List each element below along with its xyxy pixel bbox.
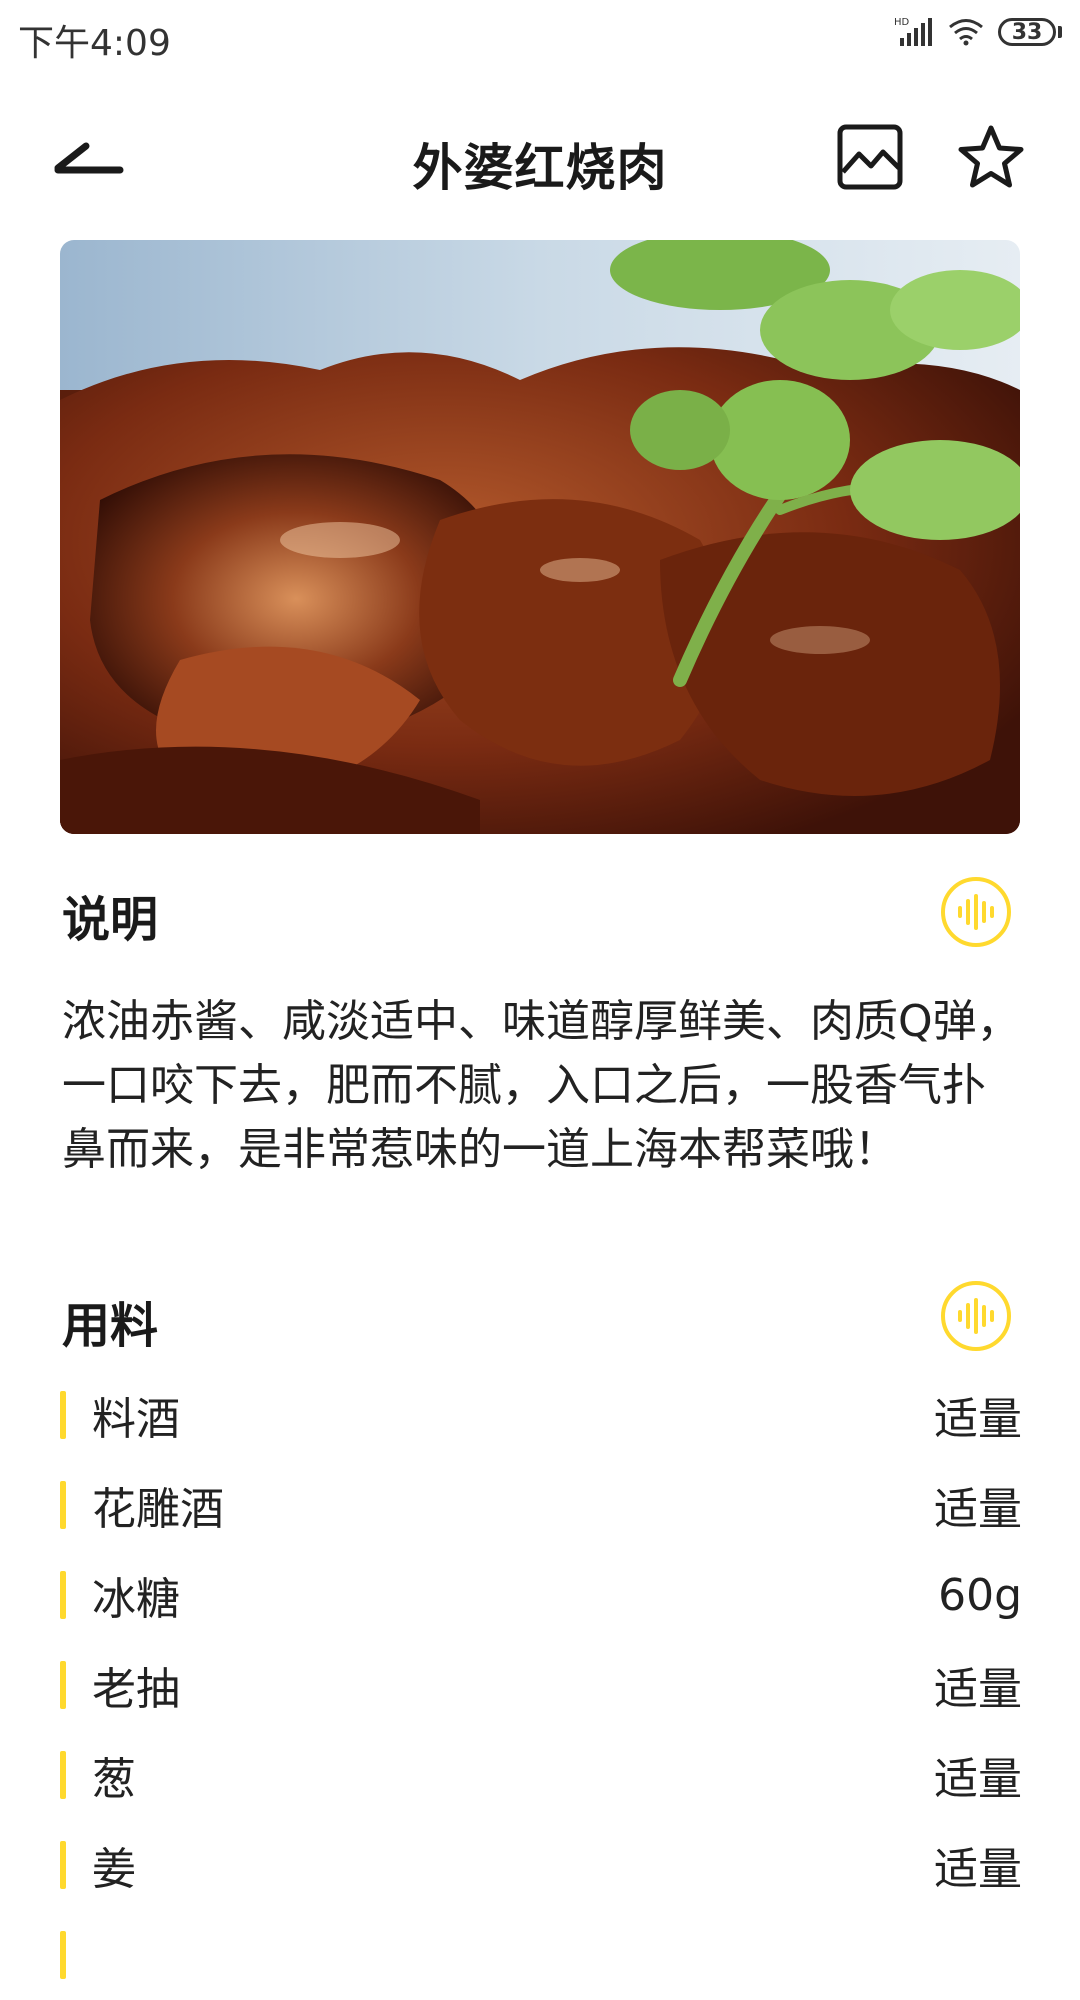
ingredient-name: 姜 (92, 1844, 136, 1895)
ingredient-name: 花雕酒 (92, 1484, 224, 1535)
ingredient-row: 冰糖 60g (60, 1550, 1022, 1640)
ingredient-row: 老抽 适量 (60, 1640, 1022, 1730)
signal-icon: HD (894, 17, 932, 46)
accent-bar (60, 1751, 66, 1799)
star-icon[interactable] (955, 122, 1027, 194)
ingredient-row-partial (60, 1910, 1022, 2000)
page-title: 外婆红烧肉 (412, 139, 668, 197)
voice-play-icon[interactable] (940, 876, 1012, 948)
ingredient-amount: 适量 (934, 1844, 1022, 1895)
app-header: 外婆红烧肉 (0, 100, 1080, 220)
status-time: 下午4:09 (18, 23, 171, 64)
ingredients-title: 用料 (62, 1298, 159, 1354)
battery-icon: 33 (998, 18, 1062, 46)
accent-bar (60, 1841, 66, 1889)
accent-bar (60, 1571, 66, 1619)
dish-photo (60, 240, 1020, 834)
ingredient-amount: 60g (938, 1569, 1022, 1621)
battery-level: 33 (998, 18, 1056, 46)
description-text: 浓油赤酱、咸淡适中、味道醇厚鲜美、肉质Q弹，一口咬下去，肥而不腻，入口之后，一股… (62, 996, 1021, 1175)
ingredient-amount: 适量 (934, 1394, 1022, 1445)
gallery-icon[interactable] (835, 122, 905, 192)
ingredient-row: 姜 适量 (60, 1820, 1022, 1910)
ingredient-name: 老抽 (92, 1664, 180, 1715)
status-bar: 下午4:09 HD 33 (0, 0, 1080, 72)
accent-bar (60, 1931, 66, 1979)
ingredient-amount: 适量 (934, 1754, 1022, 1805)
ingredient-row: 花雕酒 适量 (60, 1460, 1022, 1550)
accent-bar (60, 1391, 66, 1439)
ingredient-row: 料酒 适量 (60, 1370, 1022, 1460)
description-title: 说明 (62, 892, 159, 948)
network-label: HD (894, 17, 910, 28)
ingredient-amount: 适量 (934, 1484, 1022, 1535)
wifi-icon (949, 19, 983, 46)
ingredient-name: 葱 (92, 1754, 136, 1805)
ingredient-list: 料酒 适量 花雕酒 适量 冰糖 60g 老抽 适量 葱 适量 姜 适量 (60, 1370, 1022, 2000)
accent-bar (60, 1661, 66, 1709)
ingredient-row: 葱 适量 (60, 1730, 1022, 1820)
voice-play-icon[interactable] (940, 1280, 1012, 1352)
ingredient-amount: 适量 (934, 1664, 1022, 1715)
ingredient-name: 冰糖 (92, 1574, 180, 1625)
accent-bar (60, 1481, 66, 1529)
ingredient-name: 料酒 (92, 1394, 180, 1445)
status-icons: HD 33 (894, 16, 1062, 48)
